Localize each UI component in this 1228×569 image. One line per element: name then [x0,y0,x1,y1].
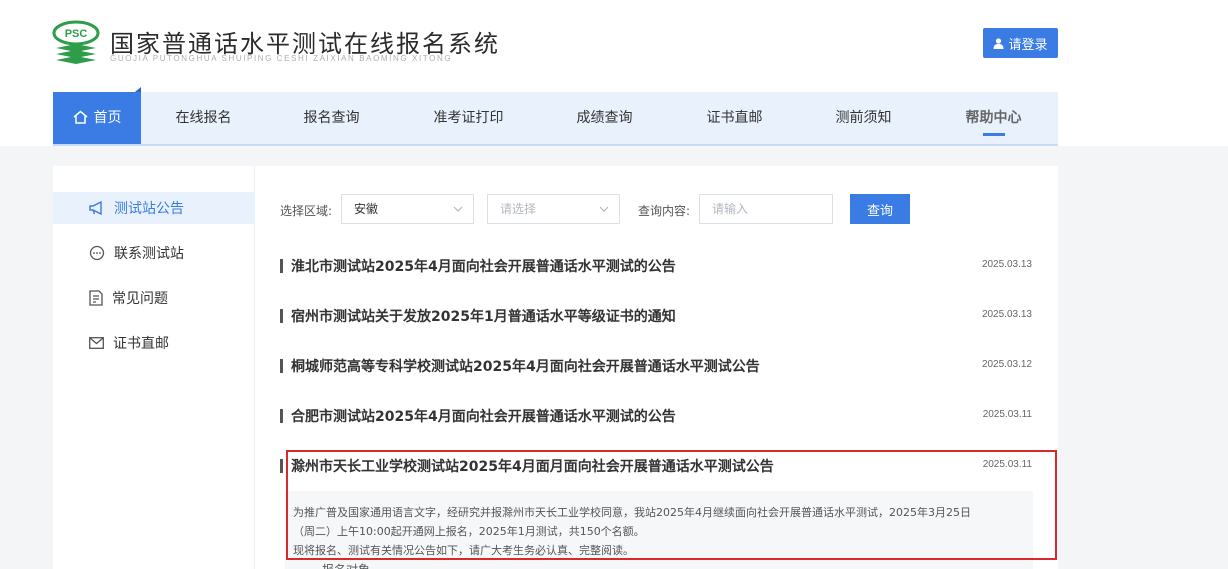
notice-date: 2025.03.13 [981,309,1032,320]
chat-bubble-icon [89,245,105,261]
notice-excerpt: 为推广普及国家通用语言文字，经研究并报滁州市天长工业学校同意，我站2025年4月… [285,491,1033,569]
nav-label: 证书直邮 [706,110,763,126]
excerpt-line: 为推广普及国家通用语言文字，经研究并报滁州市天长工业学校同意，我站2025年4月… [293,506,971,519]
notice-item[interactable]: 桐城师范高等专科学校测试站2025年4月面向社会开展普通话水平测试公告 2025… [280,355,1032,377]
nav-label: 准考证打印 [433,110,504,126]
notice-date: 2025.03.13 [981,259,1032,270]
nav-online-registration[interactable]: 在线报名 [141,92,266,144]
notice-title[interactable]: 桐城师范高等专科学校测试站2025年4月面向社会开展普通话水平测试公告 [291,356,760,376]
notice-item[interactable]: 宿州市测试站关于发放2025年1月普通话水平等级证书的通知 2025.03.13 [280,305,1032,327]
notice-date: 2025.03.12 [981,359,1032,370]
nav-admission-print[interactable]: 准考证打印 [406,92,531,144]
sidebar-item-contact-station[interactable]: 联系测试站 [53,237,255,269]
nav-label: 报名查询 [303,110,360,126]
login-label: 请登录 [1008,37,1048,53]
notice-item-expanded[interactable]: 滁州市天长工业学校测试站2025年4月面月面向社会开展普通话水平测试公告 202… [280,455,1032,477]
nav-label: 帮助中心 [965,110,1022,126]
sidebar-label: 证书直邮 [113,336,169,352]
sidebar-item-faq[interactable]: 常见问题 [53,282,255,314]
region-value: 安徽 [354,202,379,216]
nav-label: 首页 [93,110,122,126]
sidebar: 测试站公告 联系测试站 常见问题 证书直邮 [53,166,255,569]
notice-bullet [280,359,283,373]
user-icon [993,37,1004,49]
query-button[interactable]: 查询 [850,194,910,224]
psc-logo: PSC [52,20,100,64]
main-nav: 首页 在线报名 报名查询 准考证打印 成绩查询 证书直邮 测前须知 帮助中心 [53,87,1058,146]
notice-bullet [280,459,283,473]
notice-bullet [280,409,283,423]
region-select[interactable]: 安徽 [341,194,474,224]
chevron-down-icon [599,206,609,212]
excerpt-line: （周二）上午10:00起开通网上报名，2025年1月测试，共150个名额。 [293,525,645,538]
notice-title[interactable]: 合肥市测试站2025年4月面向社会开展普通话水平测试的公告 [291,406,676,426]
nav-help-center[interactable]: 帮助中心 [931,92,1056,144]
home-icon [73,110,87,124]
megaphone-icon [89,201,102,215]
notice-bullet [280,259,283,273]
query-label: 查询内容: [638,204,691,218]
sidebar-label: 联系测试站 [114,246,184,262]
notice-bullet [280,309,283,323]
nav-home[interactable]: 首页 [53,87,141,144]
nav-label: 成绩查询 [576,110,633,126]
city-select[interactable]: 请选择 [487,194,620,224]
notice-item[interactable]: 淮北市测试站2025年4月面向社会开展普通话水平测试的公告 2025.03.13 [280,255,1032,277]
excerpt-line: 现将报名、测试有关情况公告如下，请广大考生务必认真、完整阅读。 [293,544,634,557]
section-heading-cut: 一、报名对象 [298,561,370,569]
sidebar-item-certificate-mail[interactable]: 证书直邮 [53,327,255,359]
region-label: 选择区域: [280,204,333,218]
nav-certificate-mail[interactable]: 证书直邮 [672,92,797,144]
notice-title[interactable]: 淮北市测试站2025年4月面向社会开展普通话水平测试的公告 [291,256,676,276]
notice-date: 2025.03.11 [982,459,1032,470]
nav-label: 测前须知 [835,110,892,126]
svg-text:PSC: PSC [65,28,88,40]
sidebar-label: 测试站公告 [114,201,184,217]
login-button[interactable]: 请登录 [983,28,1058,58]
city-placeholder: 请选择 [500,202,537,216]
nav-registration-query[interactable]: 报名查询 [269,92,394,144]
notice-title[interactable]: 滁州市天长工业学校测试站2025年4月面月面向社会开展普通话水平测试公告 [291,456,774,476]
envelope-icon [89,337,104,349]
notice-date: 2025.03.11 [982,409,1032,420]
nav-label: 在线报名 [175,110,232,126]
notice-item[interactable]: 合肥市测试站2025年4月面向社会开展普通话水平测试的公告 2025.03.11 [280,405,1032,427]
chevron-down-icon [453,206,463,212]
sidebar-item-station-notices[interactable]: 测试站公告 [53,192,255,224]
notice-title[interactable]: 宿州市测试站关于发放2025年1月普通话水平等级证书的通知 [291,306,676,326]
nav-score-query[interactable]: 成绩查询 [542,92,667,144]
query-input[interactable] [699,194,833,224]
site-subtitle: GUOJIA PUTONGHUA SHUIPING CESHI ZAIXIAN … [110,54,453,63]
nav-active-underline [982,133,1005,136]
document-icon [89,290,103,306]
sidebar-label: 常见问题 [112,291,168,307]
nav-pre-test-notes[interactable]: 测前须知 [801,92,926,144]
main-content: 测试站公告 联系测试站 常见问题 证书直邮 选择区域: 安徽 请选择 查询内容:… [53,166,1058,569]
